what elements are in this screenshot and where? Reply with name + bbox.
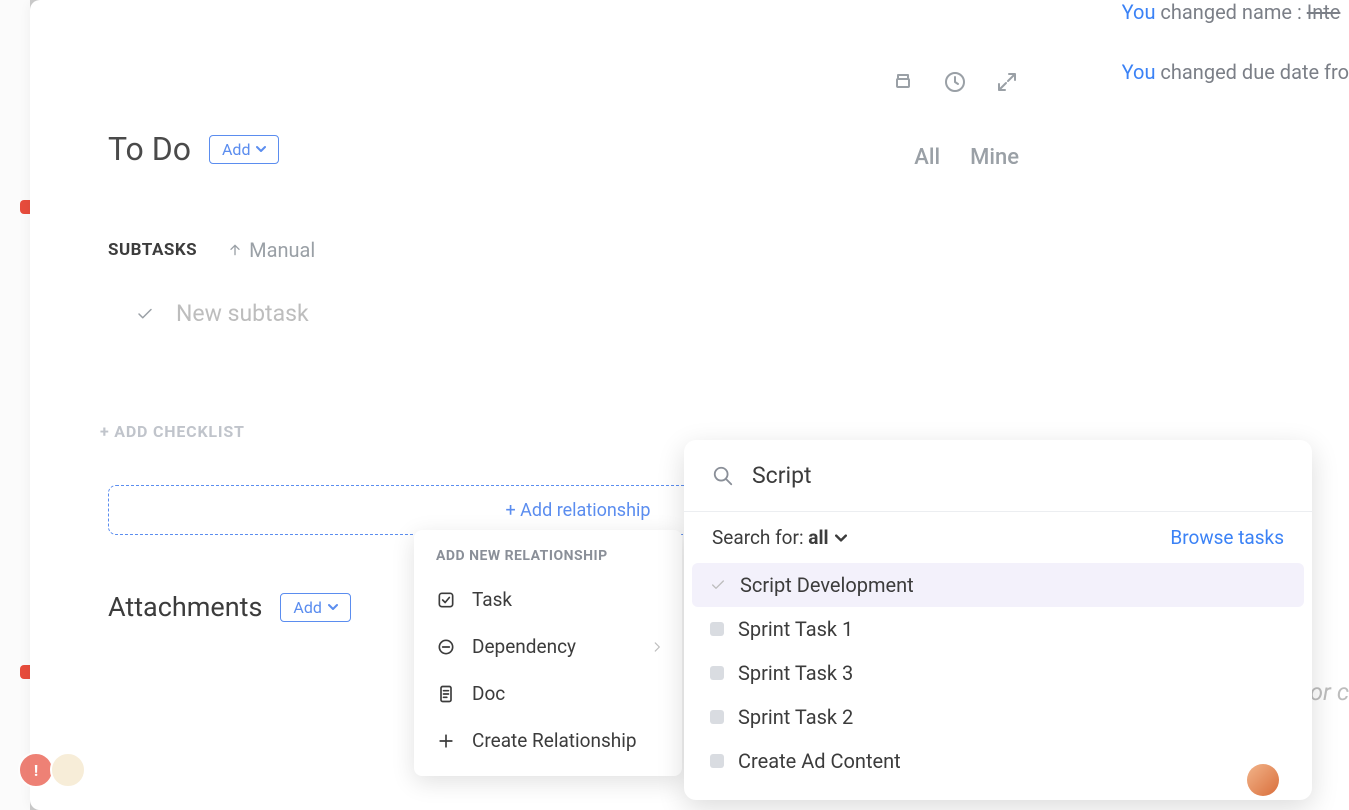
task-status-box [710, 710, 724, 724]
menu-item-dependency[interactable]: Dependency [414, 623, 682, 670]
browse-tasks-link[interactable]: Browse tasks [1170, 526, 1284, 549]
attachments-add-button[interactable]: Add [280, 593, 350, 622]
relationship-type-menu: ADD NEW RELATIONSHIP Task Dependency Doc… [414, 530, 682, 776]
activity-log-entry: You changed due date fro [1122, 60, 1349, 84]
activity-log-entry: You changed name : Inte [1122, 0, 1349, 24]
print-icon[interactable] [891, 70, 915, 94]
activity-history-icon[interactable] [943, 70, 967, 94]
task-status-box [710, 666, 724, 680]
menu-header: ADD NEW RELATIONSHIP [414, 548, 682, 576]
new-subtask-input[interactable] [176, 300, 476, 327]
check-icon [136, 305, 154, 323]
avatar [1247, 764, 1279, 796]
task-status-title: To Do [108, 130, 191, 168]
add-checklist-button[interactable]: + ADD CHECKLIST [100, 422, 1029, 441]
task-status-box [710, 622, 724, 636]
search-result-item[interactable]: Create Ad Content [692, 739, 1304, 783]
search-scope-selector[interactable]: Search for: all [712, 526, 847, 549]
menu-item-create-relationship[interactable]: Create Relationship [414, 717, 682, 764]
avatar: ! [18, 752, 54, 788]
status-add-button[interactable]: Add [209, 135, 279, 164]
search-input[interactable] [752, 462, 1284, 489]
avatar [50, 752, 86, 788]
task-check-icon [436, 590, 456, 610]
chevron-right-icon [650, 640, 664, 654]
task-status-box [710, 754, 724, 768]
search-icon [712, 465, 734, 487]
subtasks-sort-mode[interactable]: Manual [227, 238, 315, 262]
task-search-popup: Search for: all Browse tasks Script Deve… [684, 440, 1312, 800]
doc-icon [436, 684, 456, 704]
assignee-avatars: ! [18, 752, 86, 788]
search-result-item[interactable]: Sprint Task 3 [692, 651, 1304, 695]
dependency-icon [436, 637, 456, 657]
chevron-down-icon [835, 532, 847, 544]
menu-item-task[interactable]: Task [414, 576, 682, 623]
chevron-down-icon [256, 144, 266, 154]
expand-icon[interactable] [995, 70, 1019, 94]
plus-icon [436, 731, 456, 751]
subtasks-section-label: SUBTASKS [108, 240, 197, 260]
attachments-section-title: Attachments [108, 591, 262, 623]
arrow-up-icon [227, 242, 243, 258]
search-result-item[interactable]: Script Development [692, 563, 1304, 607]
menu-item-doc[interactable]: Doc [414, 670, 682, 717]
chevron-down-icon [328, 602, 338, 612]
search-result-item[interactable]: Sprint Task 2 [692, 695, 1304, 739]
check-icon [710, 577, 726, 593]
search-result-item[interactable]: Sprint Task 1 [692, 607, 1304, 651]
left-app-strip [0, 0, 30, 810]
